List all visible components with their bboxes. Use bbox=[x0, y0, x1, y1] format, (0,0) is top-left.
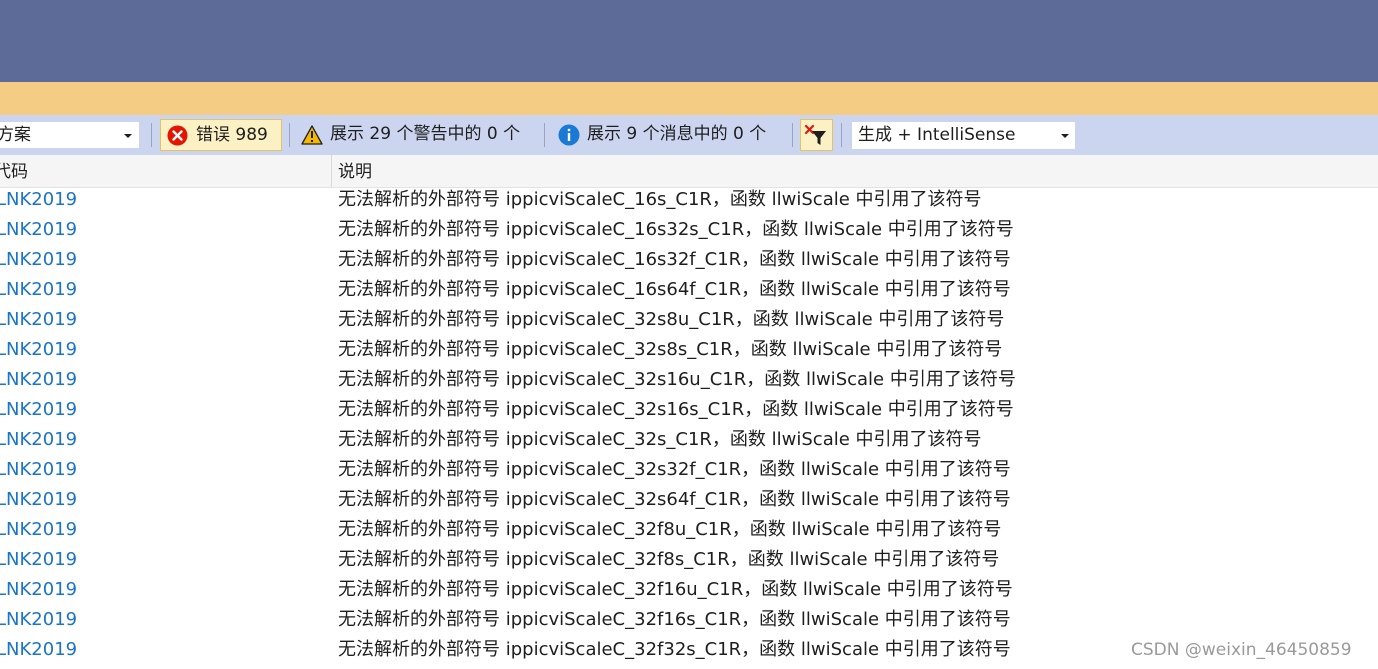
error-description: 无法解析的外部符号 ippicviScaleC_32f8u_C1R，函数 llw… bbox=[338, 519, 1002, 540]
error-code-link[interactable]: LNK2019 bbox=[0, 428, 77, 452]
error-code-link[interactable]: LNK2019 bbox=[0, 548, 77, 572]
toolbar-separator bbox=[289, 123, 290, 147]
clear-filter-button[interactable] bbox=[800, 119, 833, 151]
column-header-code[interactable]: 代码 bbox=[0, 155, 28, 187]
error-code-link[interactable]: LNK2019 bbox=[0, 488, 77, 512]
warnings-filter-label: 展示 29 个警告中的 0 个 bbox=[330, 124, 521, 144]
table-row[interactable]: LNK2019 无法解析的外部符号 ippicviScaleC_32s32f_C… bbox=[0, 458, 1378, 488]
table-row[interactable]: LNK2019 无法解析的外部符号 ippicviScaleC_32s64f_C… bbox=[0, 488, 1378, 518]
chevron-down-icon bbox=[124, 134, 132, 138]
info-bar bbox=[0, 82, 1378, 115]
csdn-watermark: CSDN @weixin_46450859 bbox=[1131, 640, 1352, 660]
table-row[interactable]: LNK2019 无法解析的外部符号 ippicviScaleC_32s_C1R，… bbox=[0, 428, 1378, 458]
filter-clear-icon bbox=[804, 124, 826, 145]
error-description: 无法解析的外部符号 ippicviScaleC_16s32s_C1R，函数 ll… bbox=[338, 219, 1014, 240]
error-description: 无法解析的外部符号 ippicviScaleC_32f16s_C1R，函数 ll… bbox=[338, 609, 1011, 630]
warnings-filter-button[interactable]: 展示 29 个警告中的 0 个 bbox=[296, 119, 536, 151]
error-list-toolbar: 方案 错误 989 展示 29 个警告中的 0 个 展示 9 个消息中的 0 个 bbox=[0, 115, 1378, 155]
table-row[interactable]: LNK2019 无法解析的外部符号 ippicviScaleC_32f8s_C1… bbox=[0, 548, 1378, 578]
table-row[interactable]: LNK2019 无法解析的外部符号 ippicviScaleC_16s32f_C… bbox=[0, 248, 1378, 278]
table-row[interactable]: LNK2019 无法解析的外部符号 ippicviScaleC_32f16s_C… bbox=[0, 608, 1378, 638]
error-circle-icon bbox=[167, 125, 188, 146]
error-description: 无法解析的外部符号 ippicviScaleC_32s16s_C1R，函数 ll… bbox=[338, 399, 1014, 420]
table-row[interactable]: LNK2019 无法解析的外部符号 ippicviScaleC_16s64f_C… bbox=[0, 278, 1378, 308]
error-code-link[interactable]: LNK2019 bbox=[0, 308, 77, 332]
error-code-link[interactable]: LNK2019 bbox=[0, 458, 77, 482]
error-code-link[interactable]: LNK2019 bbox=[0, 188, 77, 212]
toolbar-separator bbox=[792, 123, 793, 147]
error-code-link[interactable]: LNK2019 bbox=[0, 398, 77, 422]
table-row[interactable]: LNK2019 无法解析的外部符号 ippicviScaleC_32s16s_C… bbox=[0, 398, 1378, 428]
warning-triangle-icon bbox=[301, 125, 323, 145]
table-row[interactable]: LNK2019 无法解析的外部符号 ippicviScaleC_16s32s_C… bbox=[0, 218, 1378, 248]
table-row[interactable]: LNK2019 无法解析的外部符号 ippicviScaleC_32s8u_C1… bbox=[0, 308, 1378, 338]
error-code-link[interactable]: LNK2019 bbox=[0, 518, 77, 542]
table-row[interactable]: LNK2019 无法解析的外部符号 ippicviScaleC_32f16u_C… bbox=[0, 578, 1378, 608]
table-row[interactable]: LNK2019 无法解析的外部符号 ippicviScaleC_16s_C1R，… bbox=[0, 188, 1378, 218]
error-list-header: 代码 说明 bbox=[0, 155, 1378, 188]
error-code-link[interactable]: LNK2019 bbox=[0, 248, 77, 272]
error-description: 无法解析的外部符号 ippicviScaleC_32f32s_C1R，函数 ll… bbox=[338, 639, 1011, 660]
column-divider[interactable] bbox=[331, 155, 332, 187]
error-description: 无法解析的外部符号 ippicviScaleC_32f8s_C1R，函数 llw… bbox=[338, 549, 1000, 570]
error-description: 无法解析的外部符号 ippicviScaleC_16s32f_C1R，函数 ll… bbox=[338, 249, 1011, 270]
error-description: 无法解析的外部符号 ippicviScaleC_32s32f_C1R，函数 ll… bbox=[338, 459, 1011, 480]
build-intellisense-dropdown[interactable]: 生成 + IntelliSense bbox=[851, 121, 1076, 150]
error-description: 无法解析的外部符号 ippicviScaleC_32s8u_C1R，函数 llw… bbox=[338, 309, 1005, 330]
chevron-down-icon bbox=[1061, 134, 1069, 138]
error-description: 无法解析的外部符号 ippicviScaleC_32f16u_C1R，函数 ll… bbox=[338, 579, 1013, 600]
error-description: 无法解析的外部符号 ippicviScaleC_32s16u_C1R，函数 ll… bbox=[338, 369, 1016, 390]
error-description: 无法解析的外部符号 ippicviScaleC_32s8s_C1R，函数 llw… bbox=[338, 339, 1003, 360]
window-title-band bbox=[0, 0, 1378, 82]
errors-filter-button[interactable]: 错误 989 bbox=[160, 119, 282, 151]
error-list-rows: LNK2019 无法解析的外部符号 ippicviScaleC_16s_C1R，… bbox=[0, 188, 1378, 668]
error-code-link[interactable]: LNK2019 bbox=[0, 338, 77, 362]
scope-dropdown[interactable]: 方案 bbox=[0, 121, 140, 149]
error-code-link[interactable]: LNK2019 bbox=[0, 638, 77, 662]
error-code-link[interactable]: LNK2019 bbox=[0, 278, 77, 302]
error-description: 无法解析的外部符号 ippicviScaleC_32s64f_C1R，函数 ll… bbox=[338, 489, 1011, 510]
column-header-description[interactable]: 说明 bbox=[338, 155, 372, 187]
table-row[interactable]: LNK2019 无法解析的外部符号 ippicviScaleC_32f8u_C1… bbox=[0, 518, 1378, 548]
toolbar-separator bbox=[841, 123, 842, 147]
scope-dropdown-value: 方案 bbox=[0, 125, 31, 145]
toolbar-separator bbox=[544, 123, 545, 147]
error-code-link[interactable]: LNK2019 bbox=[0, 578, 77, 602]
error-description: 无法解析的外部符号 ippicviScaleC_16s_C1R，函数 llwiS… bbox=[338, 189, 982, 210]
error-code-link[interactable]: LNK2019 bbox=[0, 368, 77, 392]
toolbar-separator bbox=[151, 123, 152, 147]
messages-filter-label: 展示 9 个消息中的 0 个 bbox=[587, 124, 767, 144]
table-row[interactable]: LNK2019 无法解析的外部符号 ippicviScaleC_32s16u_C… bbox=[0, 368, 1378, 398]
info-circle-icon bbox=[558, 124, 580, 146]
table-row[interactable]: LNK2019 无法解析的外部符号 ippicviScaleC_32s8s_C1… bbox=[0, 338, 1378, 368]
error-description: 无法解析的外部符号 ippicviScaleC_32s_C1R，函数 llwiS… bbox=[338, 429, 982, 450]
errors-filter-label: 错误 989 bbox=[196, 125, 268, 145]
error-description: 无法解析的外部符号 ippicviScaleC_16s64f_C1R，函数 ll… bbox=[338, 279, 1011, 300]
error-code-link[interactable]: LNK2019 bbox=[0, 218, 77, 242]
messages-filter-button[interactable]: 展示 9 个消息中的 0 个 bbox=[553, 119, 788, 151]
error-code-link[interactable]: LNK2019 bbox=[0, 608, 77, 632]
build-dropdown-value: 生成 + IntelliSense bbox=[858, 125, 1016, 145]
